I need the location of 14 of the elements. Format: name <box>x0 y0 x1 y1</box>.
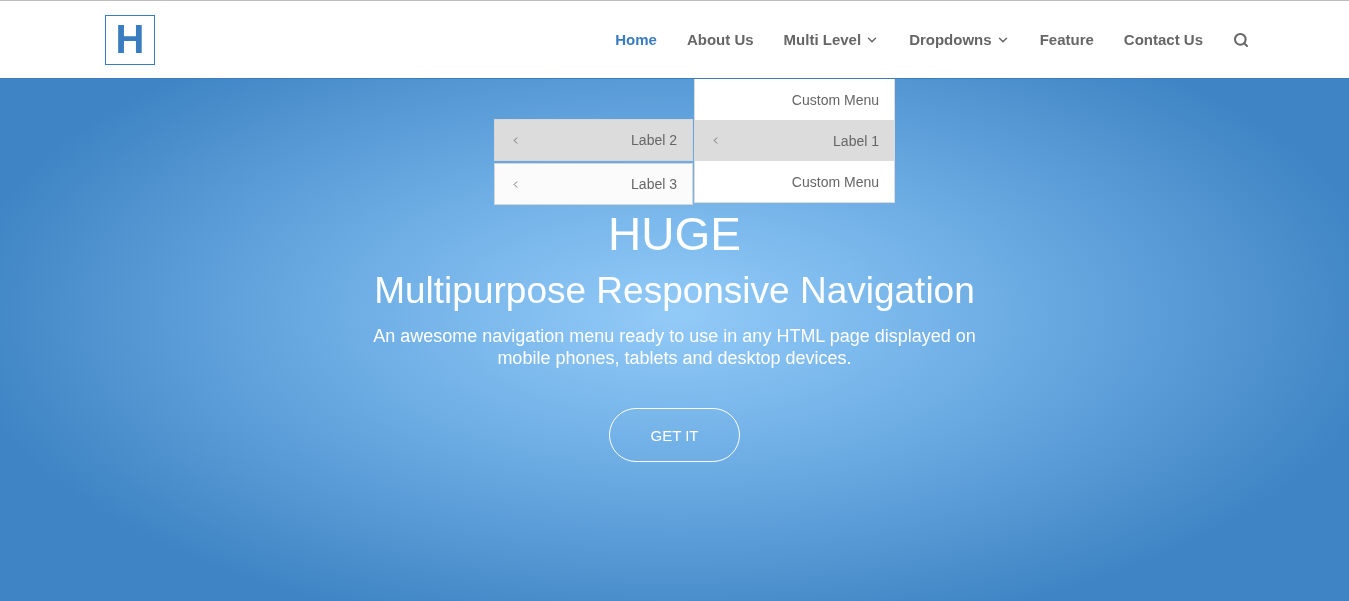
nav-link[interactable]: Feature <box>1039 31 1094 48</box>
nav-link[interactable]: About Us <box>686 31 754 48</box>
nav-link[interactable]: Home <box>615 31 657 48</box>
menu-item[interactable]: Label 3 <box>494 163 693 205</box>
search-icon[interactable] <box>1233 31 1249 48</box>
nav-link[interactable]: Dropdowns <box>909 31 1010 48</box>
menu-item[interactable]: Label 1 <box>695 120 894 161</box>
nav-link[interactable]: Multi Level <box>783 31 880 48</box>
hero-description: An awesome navigation menu ready to use in any HTML page displayed on mobile phones, tablets and desktop devices. <box>372 325 977 369</box>
menu-item[interactable]: Label 2 <box>494 119 693 161</box>
nav-link[interactable]: Contact Us <box>1123 31 1203 48</box>
logo[interactable]: H <box>105 14 155 65</box>
hero-subtitle: Multipurpose Responsive Navigation <box>374 269 975 313</box>
hero-title: HUGE <box>608 207 741 261</box>
